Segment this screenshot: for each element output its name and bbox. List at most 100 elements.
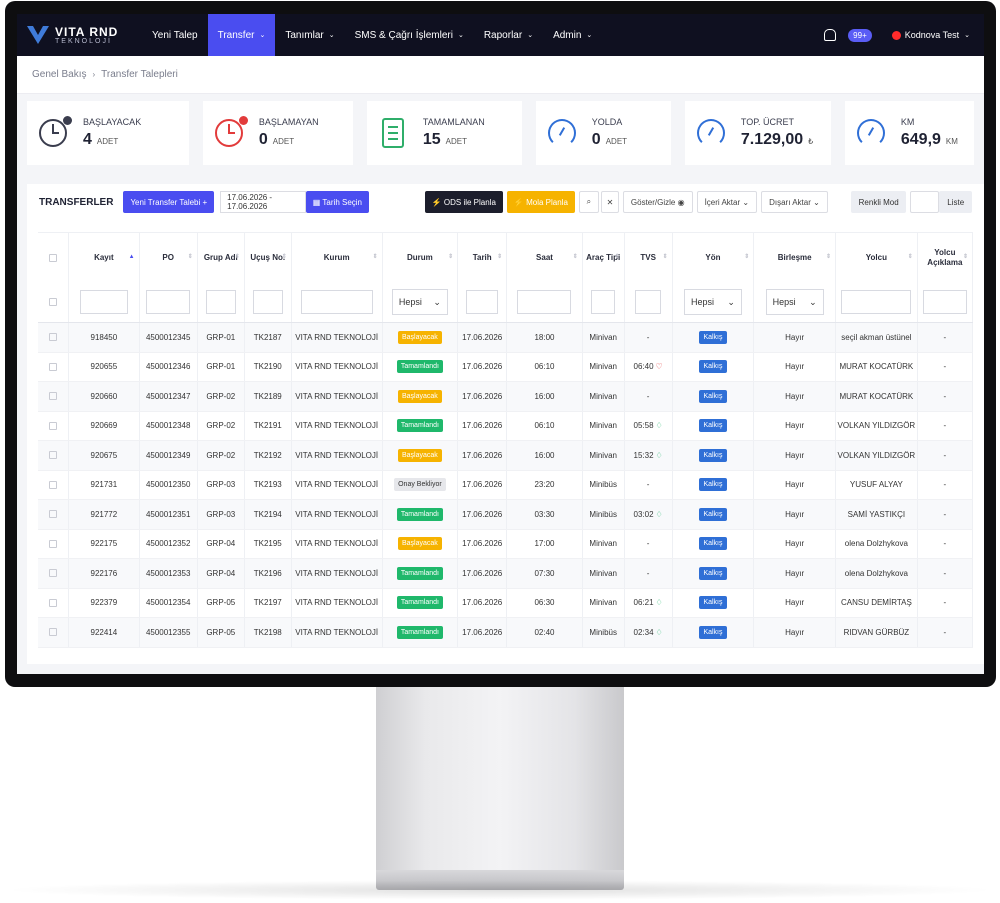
filter-input[interactable] xyxy=(146,290,191,315)
row-checkbox[interactable] xyxy=(49,628,58,637)
color-mode-button[interactable]: Renkli Mod xyxy=(851,191,906,213)
row-checkbox[interactable] xyxy=(49,510,58,519)
column-header[interactable]: Kurum ⇕ xyxy=(291,232,383,283)
filter-select[interactable]: Hepsi ⌄ xyxy=(765,289,824,316)
list-view-button[interactable]: Liste xyxy=(939,191,972,213)
sort-icon[interactable]: ⇕ xyxy=(235,254,240,261)
import-button[interactable]: İçeri Aktar ⌄ xyxy=(696,191,758,213)
sort-icon[interactable]: ▲ xyxy=(129,254,135,261)
table-row[interactable]: 920660 4500012347 GRP-02 TK2189 VITA RND TEK… xyxy=(38,381,974,412)
chevron-down-icon: ⌄ xyxy=(727,296,735,307)
sort-icon[interactable]: ⇕ xyxy=(963,254,968,261)
table-row[interactable]: 921772 4500012351 GRP-03 TK2194 VITA RND TEK… xyxy=(38,499,974,530)
filter-input[interactable] xyxy=(591,290,616,315)
filter-input[interactable] xyxy=(466,290,499,315)
row-checkbox[interactable] xyxy=(49,392,58,401)
select-all-checkbox[interactable] xyxy=(49,253,58,262)
column-header[interactable]: Yolcu ⇕ xyxy=(835,232,918,283)
filter-select-value: Hepsi xyxy=(772,297,796,308)
filter-input[interactable] xyxy=(841,290,912,315)
column-header[interactable]: Yön ⇕ xyxy=(672,232,755,283)
nav-item-0[interactable]: Yeni Talep xyxy=(142,14,208,56)
nav-item-2[interactable]: Tanımlar ⌄ xyxy=(275,14,344,56)
row-checkbox[interactable] xyxy=(49,569,58,578)
cell-yolcu: RIDVAN GÜRBÜZ xyxy=(835,617,918,648)
cell-tarih: 17.06.2026 xyxy=(457,440,508,471)
row-checkbox[interactable] xyxy=(49,598,58,607)
show-hide-button[interactable]: Göster/Gizle ◉ xyxy=(622,191,693,213)
column-header[interactable]: Kayıt ▲ xyxy=(68,232,140,283)
sort-icon[interactable]: ⇕ xyxy=(744,254,749,261)
filter-input[interactable] xyxy=(205,290,236,315)
column-header[interactable]: PO ⇕ xyxy=(139,232,198,283)
row-checkbox[interactable] xyxy=(49,421,58,430)
sort-icon[interactable]: ⇕ xyxy=(573,254,578,261)
chevron-down-icon[interactable]: ⌄ xyxy=(964,31,970,39)
table-row[interactable]: 918450 4500012345 GRP-01 TK2187 VITA RND TEK… xyxy=(38,322,974,353)
nav-item-5[interactable]: Admin ⌄ xyxy=(543,14,602,56)
close-icon[interactable]: ✕ xyxy=(600,191,619,213)
filter-input[interactable] xyxy=(517,290,572,315)
column-header[interactable]: Durum ⇕ xyxy=(382,232,459,283)
notification-badge[interactable]: 99+ xyxy=(848,28,872,42)
cell-arac: Minivan xyxy=(582,352,625,382)
bell-icon[interactable] xyxy=(824,29,837,41)
filter-input[interactable] xyxy=(922,290,967,315)
sort-icon[interactable]: ⇕ xyxy=(826,254,831,261)
mola-plan-button[interactable]: ⚡ Mola Planla xyxy=(506,191,575,213)
sort-icon[interactable]: ⇕ xyxy=(373,254,378,261)
table-row[interactable]: 921731 4500012350 GRP-03 TK2193 VITA RND TEK… xyxy=(38,470,974,500)
table-row[interactable]: 920669 4500012348 GRP-02 TK2191 VITA RND TEK… xyxy=(38,411,974,441)
row-checkbox[interactable] xyxy=(49,539,58,548)
new-transfer-button[interactable]: Yeni Transfer Talebi + xyxy=(123,191,215,213)
cell-text: VITA RND TEKNOLOJİ xyxy=(295,568,379,578)
stat-card: YOLDA 0 ADET xyxy=(535,101,671,165)
export-button[interactable]: Dışarı Aktar ⌄ xyxy=(761,191,828,213)
date-picker-button[interactable]: ▦ Tarih Seçin xyxy=(305,191,370,213)
sort-icon[interactable]: ⇕ xyxy=(448,254,453,261)
filter-input[interactable] xyxy=(79,290,128,315)
column-header[interactable]: TVS ⇕ xyxy=(624,232,673,283)
column-header[interactable]: Yolcu Açıklama ⇕ xyxy=(917,232,974,283)
sort-icon[interactable]: ⇕ xyxy=(497,254,502,261)
filter-input[interactable] xyxy=(252,290,283,315)
nav-item-4[interactable]: Raporlar ⌄ xyxy=(474,14,543,56)
table-row[interactable]: 922379 4500012354 GRP-05 TK2197 VITA RND TEK… xyxy=(38,588,974,618)
table-row[interactable]: 922175 4500012352 GRP-04 TK2195 VITA RND TEK… xyxy=(38,529,974,559)
sort-icon[interactable]: ⇕ xyxy=(663,254,668,261)
filter-input[interactable] xyxy=(300,290,373,315)
table-row[interactable]: 920675 4500012349 GRP-02 TK2192 VITA RND TEK… xyxy=(38,440,974,471)
nav-item-1[interactable]: Transfer ⌄ xyxy=(207,14,276,56)
sort-icon[interactable]: ⇕ xyxy=(615,254,620,261)
column-header[interactable]: Uçuş No. ⇕ xyxy=(244,232,292,283)
sort-icon[interactable]: ⇕ xyxy=(282,254,287,261)
row-checkbox[interactable] xyxy=(49,451,58,460)
nav-item-3[interactable]: SMS & Çağrı İşlemleri ⌄ xyxy=(345,14,474,56)
search-icon[interactable]: ⌕ xyxy=(578,191,599,213)
filter-checkbox[interactable] xyxy=(49,298,58,307)
sort-icon[interactable]: ⇕ xyxy=(188,254,193,261)
cell-text: 16:00 xyxy=(534,450,555,460)
row-checkbox[interactable] xyxy=(49,362,58,371)
column-header[interactable]: Birleşme ⇕ xyxy=(753,232,837,283)
breadcrumb-home[interactable]: Genel Bakış xyxy=(32,69,86,80)
filter-select[interactable]: Hepsi ⌄ xyxy=(683,289,742,316)
table-row[interactable]: 922414 4500012355 GRP-05 TK2198 VITA RND TEK… xyxy=(38,617,974,648)
view-toggle[interactable] xyxy=(909,191,940,213)
column-header[interactable]: Saat ⇕ xyxy=(506,232,583,283)
user-menu[interactable]: Kodnova Test xyxy=(905,30,959,40)
brand-logo[interactable]: VITA RND TEKNOLOJİ xyxy=(27,24,142,46)
table-row[interactable]: 920655 4500012346 GRP-01 TK2190 VITA RND TEK… xyxy=(38,352,974,382)
filter-input[interactable] xyxy=(635,290,662,315)
ods-plan-button[interactable]: ⚡ ODS ile Planla xyxy=(424,191,503,213)
date-range-input[interactable]: 17.06.2026 - 17.06.2026 xyxy=(220,191,306,213)
cell-saat: 18:00 xyxy=(506,322,583,353)
sort-icon[interactable]: ⇕ xyxy=(908,254,913,261)
table-row[interactable]: 922176 4500012353 GRP-04 TK2196 VITA RND TEK… xyxy=(38,558,974,589)
column-header[interactable]: Grup Adı ⇕ xyxy=(197,232,245,283)
column-header[interactable]: Araç Tipi ⇕ xyxy=(582,232,625,283)
row-checkbox[interactable] xyxy=(49,333,58,342)
filter-select[interactable]: Hepsi ⌄ xyxy=(391,289,448,316)
row-checkbox[interactable] xyxy=(49,480,58,489)
column-header[interactable]: Tarih ⇕ xyxy=(457,232,508,283)
